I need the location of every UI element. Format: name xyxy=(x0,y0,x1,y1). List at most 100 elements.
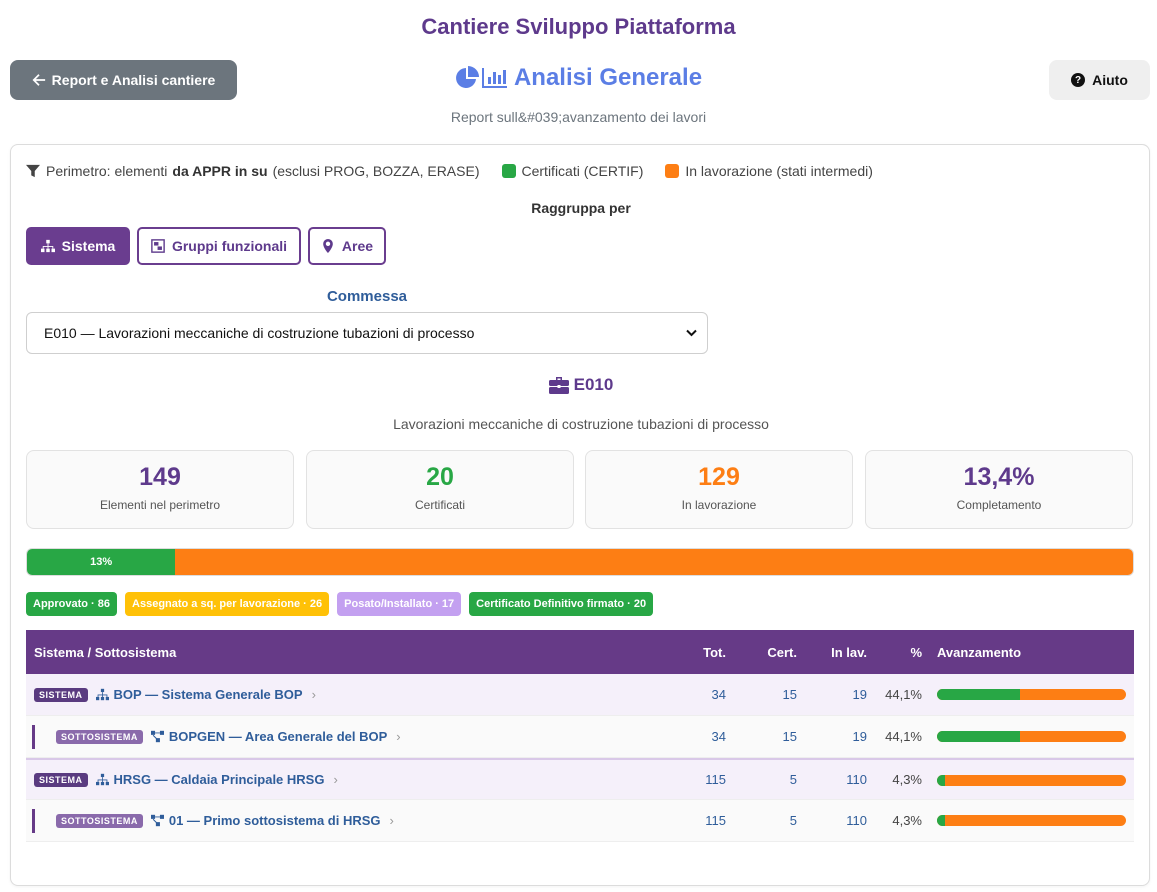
map-marker-icon xyxy=(323,239,333,253)
group-sistema-label: Sistema xyxy=(61,238,116,254)
row-progress-certified xyxy=(937,775,946,786)
row-name: HRSG — Caldaia Principale HRSG xyxy=(113,772,325,787)
briefcase-icon xyxy=(548,377,569,394)
legend-bold: da APPR in su xyxy=(172,163,268,179)
row-inlav: 19 xyxy=(852,687,867,702)
system-row[interactable]: SISTEMA BOP — Sistema Generale BOP › 34 15 19… xyxy=(26,674,1134,716)
stat-label: Elementi nel perimetro xyxy=(99,498,221,512)
status-badge: Certificato Definitivo firmato · 20 xyxy=(469,592,654,616)
row-progress-certified xyxy=(937,689,1021,700)
subsystem-row[interactable]: SOTTOSISTEMA 01 — Primo sottosistema di H… xyxy=(26,800,1134,842)
overall-progress-bar: 13% xyxy=(26,548,1134,576)
legend-certified: Certificati (CERTIF) xyxy=(501,163,644,179)
row-name-cell: SISTEMA HRSG — Caldaia Principale HRSG › xyxy=(34,760,338,799)
stat-card-in-progress: 129 In lavorazione xyxy=(585,450,853,529)
indent-bar xyxy=(32,725,35,749)
row-name: BOPGEN — Area Generale del BOP xyxy=(168,729,388,744)
row-tot: 115 xyxy=(705,813,726,828)
stat-value: 129 xyxy=(698,463,740,491)
stat-value: 13,4% xyxy=(963,463,1035,491)
object-group-icon xyxy=(151,239,165,253)
project-diagram-icon xyxy=(150,814,164,827)
progress-in-progress-segment xyxy=(175,549,1133,575)
stat-card-certified: 20 Certificati xyxy=(306,450,574,529)
chevron-right-icon: › xyxy=(333,772,338,787)
chart-bar-icon xyxy=(481,68,507,88)
row-pct: 4,3% xyxy=(892,813,922,828)
row-inlav: 110 xyxy=(846,772,867,787)
group-by-title: Raggruppa per xyxy=(531,200,631,216)
group-aree-button[interactable]: Aree xyxy=(308,227,386,265)
stat-card-completion: 13,4% Completamento xyxy=(865,450,1133,529)
header-name: Sistema / Sottosistema xyxy=(34,644,177,660)
commessa-label: Commessa xyxy=(326,288,408,305)
legend-prefix: Perimetro: elementi xyxy=(46,163,168,179)
row-link[interactable]: 01 — Primo sottosistema di HRSG › xyxy=(150,813,394,828)
row-pct: 4,3% xyxy=(892,772,922,787)
header-inlav: In lav. xyxy=(831,644,867,660)
indent-bar xyxy=(32,809,35,833)
stat-value: 149 xyxy=(139,463,181,491)
row-name: 01 — Primo sottosistema di HRSG xyxy=(168,813,381,828)
row-pct: 44,1% xyxy=(885,687,922,702)
row-cert: 5 xyxy=(789,813,797,828)
row-type-tag: SOTTOSISTEMA xyxy=(56,813,143,828)
row-type-tag: SOTTOSISTEMA xyxy=(56,729,143,744)
row-name-cell: SOTTOSISTEMA BOPGEN — Area Generale del B… xyxy=(56,716,401,757)
row-cert: 5 xyxy=(789,772,797,787)
status-badges: Approvato · 86 Assegnato a sq. per lavora… xyxy=(26,592,654,616)
project-code-text: E010 xyxy=(573,375,614,394)
commessa-selected: E010 — Lavorazioni meccaniche di costruz… xyxy=(44,325,475,341)
legend-certified-label: Certificati (CERTIF) xyxy=(521,163,644,179)
chevron-right-icon: › xyxy=(396,729,401,744)
table-body: SISTEMA BOP — Sistema Generale BOP › 34 15 19… xyxy=(26,674,1134,842)
chevron-right-icon: › xyxy=(389,813,394,828)
commessa-select[interactable]: E010 — Lavorazioni meccaniche di costruz… xyxy=(26,312,708,354)
row-tot: 34 xyxy=(711,729,726,744)
row-type-tag: SISTEMA xyxy=(34,772,88,787)
system-row[interactable]: SISTEMA HRSG — Caldaia Principale HRSG › 11… xyxy=(26,758,1134,800)
site-title: Cantiere Sviluppo Piattaforma xyxy=(421,14,736,39)
question-circle-icon: ? xyxy=(1071,73,1086,87)
header-cert: Cert. xyxy=(767,644,797,660)
chart-pie-icon xyxy=(456,66,479,88)
row-progress-bar xyxy=(937,775,1126,786)
sitemap-icon xyxy=(95,773,109,786)
sitemap-icon xyxy=(95,688,109,701)
row-name-cell: SOTTOSISTEMA 01 — Primo sottosistema di H… xyxy=(56,800,394,841)
header-tot: Tot. xyxy=(703,644,726,660)
stat-label: Completamento xyxy=(956,498,1042,512)
legend-suffix: (esclusi PROG, BOZZA, ERASE) xyxy=(272,163,480,179)
subsystem-row[interactable]: SOTTOSISTEMA BOPGEN — Area Generale del B… xyxy=(26,716,1134,758)
group-sistema-button[interactable]: Sistema xyxy=(26,227,130,265)
stat-value: 20 xyxy=(426,463,454,491)
row-link[interactable]: HRSG — Caldaia Principale HRSG › xyxy=(95,772,338,787)
stat-card-elements: 149 Elementi nel perimetro xyxy=(26,450,294,529)
perimeter-legend: Perimetro: elementi da APPR in su (esclu… xyxy=(26,163,873,179)
status-badge: Approvato · 86 xyxy=(26,592,118,616)
row-progress-certified xyxy=(937,815,946,826)
row-progress-bar xyxy=(937,815,1126,826)
status-badge: Assegnato a sq. per lavorazione · 26 xyxy=(125,592,330,616)
row-type-tag: SISTEMA xyxy=(34,687,88,702)
help-button[interactable]: ? Aiuto xyxy=(1049,60,1150,100)
row-pct: 44,1% xyxy=(885,729,922,744)
help-button-label: Aiuto xyxy=(1092,72,1128,88)
row-inlav: 110 xyxy=(846,813,867,828)
project-diagram-icon xyxy=(150,730,164,743)
row-tot: 115 xyxy=(705,772,726,787)
filter-icon xyxy=(26,164,40,178)
row-name-cell: SISTEMA BOP — Sistema Generale BOP › xyxy=(34,674,316,715)
group-gruppi-button[interactable]: Gruppi funzionali xyxy=(137,227,301,265)
header-progress: Avanzamento xyxy=(937,644,1022,660)
sitemap-icon xyxy=(40,239,55,253)
page-subtitle: Report sull&#039;avanzamento dei lavori xyxy=(450,109,707,125)
row-progress-bar xyxy=(937,689,1126,700)
systems-table: Sistema / Sottosistema Tot. Cert. In lav… xyxy=(26,630,1134,842)
row-link[interactable]: BOPGEN — Area Generale del BOP › xyxy=(150,729,401,744)
page-heading: Analisi Generale xyxy=(0,64,1157,92)
row-link[interactable]: BOP — Sistema Generale BOP › xyxy=(95,687,316,702)
stat-label: Certificati xyxy=(414,498,465,512)
green-swatch xyxy=(501,164,516,178)
row-cert: 15 xyxy=(782,729,797,744)
